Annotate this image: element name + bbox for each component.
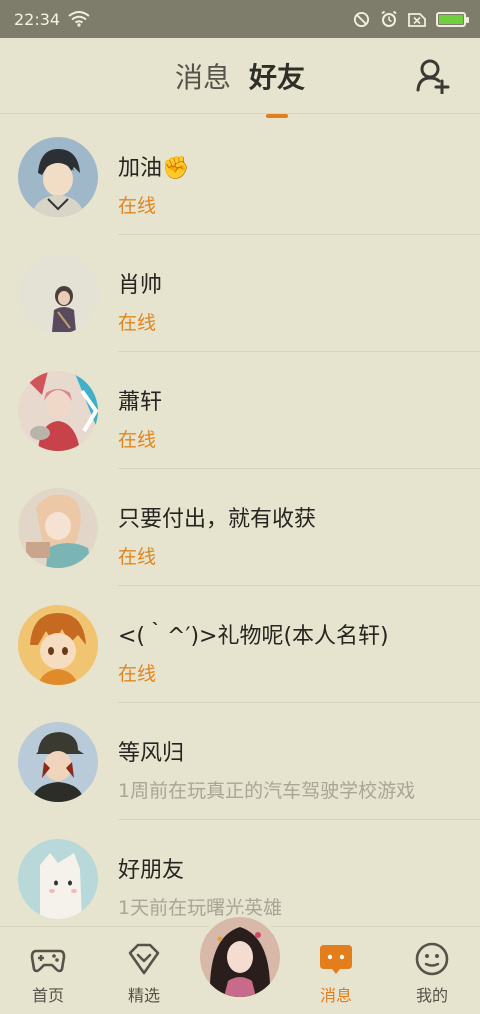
friend-row[interactable]: 蕭轩 在线 (0, 352, 480, 469)
nav-label: 精选 (127, 986, 160, 1005)
nav-messages[interactable]: 消息 (288, 927, 384, 1014)
center-avatar-button[interactable] (197, 914, 283, 1000)
tab-friends[interactable]: 好友 (249, 56, 305, 96)
avatar[interactable] (18, 722, 98, 802)
friend-status: 在线 (118, 312, 157, 334)
friend-name: 肖帅 (118, 273, 163, 298)
friend-status: 1天前在玩曙光英雄 (118, 897, 283, 919)
nav-label: 首页 (31, 986, 64, 1005)
wifi-icon (68, 11, 90, 27)
header-tabs: 消息 好友 (175, 56, 305, 96)
status-time: 22:34 (14, 9, 61, 29)
nav-home[interactable]: 首页 (0, 927, 96, 1014)
friend-row[interactable]: 肖帅 在线 (0, 235, 480, 352)
friend-name: <(｀^′)>礼物呢(本人名轩) (118, 624, 389, 649)
friend-name: 加油✊ (118, 156, 190, 181)
nav-profile[interactable]: 我的 (384, 927, 480, 1014)
friend-info: 只要付出，就有收获 在线 (118, 469, 480, 586)
friend-status: 在线 (118, 663, 157, 685)
friend-info: 肖帅 在线 (118, 235, 480, 352)
friend-row[interactable]: 等风归 1周前在玩真正的汽车驾驶学校游戏 (0, 703, 480, 820)
do-not-disturb-icon (353, 11, 370, 27)
friend-info: 好朋友 1天前在玩曙光英雄 (118, 820, 480, 937)
avatar[interactable] (18, 839, 98, 919)
app-screen: 22:34 消息 好友 加油✊ 在线 肖帅 在线 蕭轩 在线 只要付出，就有收获… (0, 0, 480, 1014)
no-sim-icon (408, 13, 426, 27)
avatar[interactable] (18, 488, 98, 568)
friend-name: 蕭轩 (118, 390, 163, 415)
avatar[interactable] (18, 371, 98, 451)
friend-info: 加油✊ 在线 (118, 118, 480, 235)
friend-list: 加油✊ 在线 肖帅 在线 蕭轩 在线 只要付出，就有收获 在线 <(｀^′)>礼… (0, 118, 480, 937)
nav-label: 消息 (319, 986, 352, 1005)
friend-name: 等风归 (118, 741, 185, 766)
status-bar: 22:34 (0, 0, 480, 38)
tab-messages[interactable]: 消息 (175, 56, 231, 96)
gamepad-icon (30, 949, 66, 973)
friend-status: 在线 (118, 195, 157, 217)
friend-row[interactable]: 只要付出，就有收获 在线 (0, 469, 480, 586)
nav-featured[interactable]: 精选 (96, 927, 192, 1014)
friend-row[interactable]: 加油✊ 在线 (0, 118, 480, 235)
battery-icon (436, 11, 469, 27)
friend-info: 等风归 1周前在玩真正的汽车驾驶学校游戏 (118, 703, 480, 820)
friend-name: 好朋友 (118, 858, 185, 883)
chat-bubble-icon (320, 945, 352, 974)
avatar[interactable] (18, 137, 98, 217)
friend-status: 在线 (118, 546, 157, 568)
add-friend-icon[interactable] (416, 58, 450, 94)
friend-row[interactable]: <(｀^′)>礼物呢(本人名轩) 在线 (0, 586, 480, 703)
header: 消息 好友 (0, 38, 480, 114)
avatar[interactable] (18, 254, 98, 334)
friend-status: 1周前在玩真正的汽车驾驶学校游戏 (118, 780, 416, 802)
smiley-face-icon (415, 942, 449, 976)
alarm-icon (381, 10, 397, 27)
nav-label: 我的 (415, 986, 448, 1005)
friend-info: <(｀^′)>礼物呢(本人名轩) 在线 (118, 586, 480, 703)
heart-badge-icon (128, 943, 160, 975)
avatar[interactable] (18, 605, 98, 685)
friend-status: 在线 (118, 429, 157, 451)
friend-info: 蕭轩 在线 (118, 352, 480, 469)
friend-name: 只要付出，就有收获 (118, 507, 317, 532)
